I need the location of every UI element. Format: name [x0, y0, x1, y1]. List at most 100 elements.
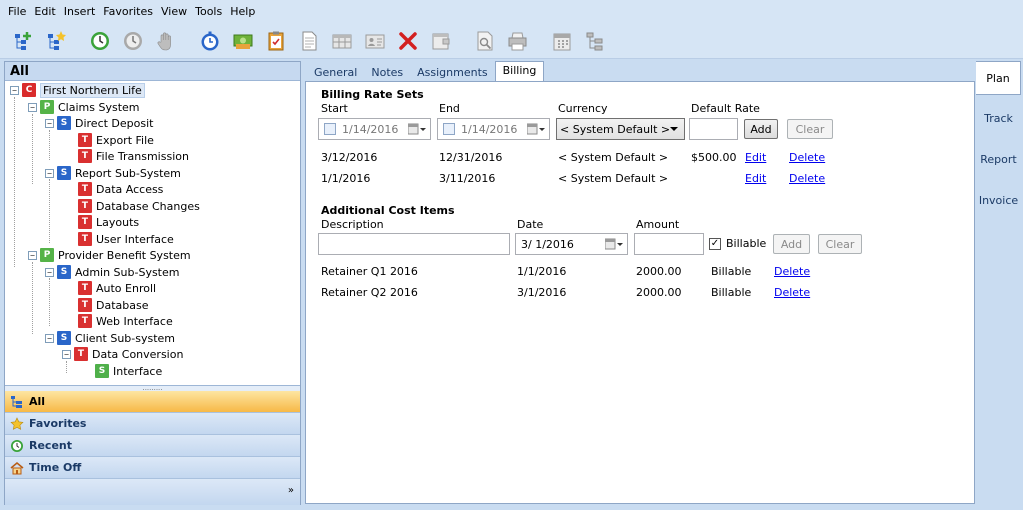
tree-node-client-sub-system[interactable]: − S Client Sub-system	[45, 330, 175, 346]
currency-select[interactable]: < System Default >	[556, 118, 685, 140]
tree-node-claims-system[interactable]: − P Claims System	[28, 99, 140, 115]
calendar-dropdown-icon[interactable]	[408, 123, 426, 135]
add-rate-button[interactable]: Add	[744, 119, 778, 139]
start-date-picker[interactable]: 1/14/2016	[318, 118, 431, 140]
add-cost-button[interactable]: Add	[773, 234, 810, 254]
side-tab-invoice[interactable]: Invoice	[976, 184, 1021, 218]
calendar-button[interactable]	[547, 26, 577, 56]
subsystem-icon: S	[57, 265, 71, 279]
tree-node-auto-enroll[interactable]: T Auto Enroll	[78, 280, 156, 296]
table-icon	[332, 34, 352, 48]
tab-assignments[interactable]: Assignments	[410, 64, 495, 81]
collapse-toggle[interactable]: −	[45, 168, 54, 178]
end-date-checkbox[interactable]	[443, 123, 455, 135]
hand-button[interactable]	[151, 26, 181, 56]
rate-row-1-start: 3/12/2016	[321, 151, 378, 164]
menu-tools[interactable]: Tools	[191, 5, 226, 18]
delete-button[interactable]	[393, 26, 423, 56]
client-icon: C	[22, 83, 36, 97]
tree-node-layouts[interactable]: T Layouts	[78, 214, 139, 230]
nav-favorites[interactable]: Favorites	[5, 413, 300, 435]
tree-node-user-interface[interactable]: T User Interface	[78, 231, 174, 247]
add-child-button[interactable]	[41, 26, 71, 56]
end-date-picker[interactable]: 1/14/2016	[437, 118, 550, 140]
default-rate-input[interactable]	[689, 118, 738, 140]
tree-node-admin-sub-system[interactable]: − S Admin Sub-System	[45, 264, 179, 280]
document-icon	[302, 31, 317, 50]
calendar-dropdown-icon[interactable]	[527, 123, 545, 135]
stop-timer-button[interactable]	[118, 26, 148, 56]
add-node-button[interactable]	[8, 26, 38, 56]
billable-checkbox[interactable]: ✓ Billable	[709, 237, 766, 250]
tree-node-database[interactable]: T Database	[78, 297, 149, 313]
menu-insert[interactable]: Insert	[60, 5, 100, 18]
cost-row-1-amount: 2000.00	[636, 265, 682, 278]
calendar-dropdown-icon[interactable]	[605, 238, 623, 250]
tree-node-database-changes[interactable]: T Database Changes	[78, 198, 200, 214]
task-icon: T	[78, 314, 92, 328]
timesheet-button[interactable]	[195, 26, 225, 56]
description-input[interactable]	[318, 233, 510, 255]
start-date-checkbox[interactable]	[324, 123, 336, 135]
side-tab-report[interactable]: Report	[976, 143, 1021, 177]
contact-card-button[interactable]	[360, 26, 390, 56]
collapse-toggle[interactable]: −	[10, 85, 19, 95]
cost-date-picker[interactable]: 3/ 1/2016	[515, 233, 628, 255]
rate-row-2-delete-link[interactable]: Delete	[789, 172, 825, 185]
tasks-button[interactable]	[261, 26, 291, 56]
tree-node-first-northern-life[interactable]: − C First Northern Life	[10, 82, 145, 98]
amount-input[interactable]	[634, 233, 704, 255]
rate-row-2-edit-link[interactable]: Edit	[745, 172, 766, 185]
description-column-label: Description	[321, 218, 384, 231]
menu-favorites[interactable]: Favorites	[99, 5, 157, 18]
tree-node-file-transmission[interactable]: T File Transmission	[78, 148, 189, 164]
tree-node-report-sub-system[interactable]: − S Report Sub-System	[45, 165, 181, 181]
document-button[interactable]	[294, 26, 324, 56]
tree-node-data-access[interactable]: T Data Access	[78, 181, 163, 197]
clear-rate-button[interactable]: Clear	[787, 119, 833, 139]
checkmark-icon[interactable]: ✓	[709, 237, 721, 250]
rate-row-1-delete-link[interactable]: Delete	[789, 151, 825, 164]
cost-row-1-delete-link[interactable]: Delete	[774, 265, 810, 278]
hierarchy-button[interactable]	[580, 26, 610, 56]
start-timer-button[interactable]	[85, 26, 115, 56]
collapse-toggle[interactable]: −	[45, 333, 54, 343]
menu-file[interactable]: File	[4, 5, 30, 18]
tab-notes[interactable]: Notes	[364, 64, 410, 81]
tab-billing[interactable]: Billing	[494, 61, 545, 81]
tree-node-export-file[interactable]: T Export File	[78, 132, 154, 148]
collapse-toggle[interactable]: −	[45, 267, 54, 277]
grid-view-button[interactable]	[327, 26, 357, 56]
tree-node-interface[interactable]: S Interface	[95, 363, 162, 379]
properties-button[interactable]	[426, 26, 456, 56]
menu-view[interactable]: View	[157, 5, 191, 18]
house-icon	[9, 460, 25, 476]
collapse-toggle[interactable]: −	[28, 102, 37, 112]
expenses-button[interactable]	[228, 26, 258, 56]
collapse-toggle[interactable]: −	[62, 349, 71, 359]
menu-edit[interactable]: Edit	[30, 5, 59, 18]
menu-help[interactable]: Help	[226, 5, 259, 18]
tree-node-provider-benefit-system[interactable]: − P Provider Benefit System	[28, 247, 191, 263]
collapse-toggle[interactable]: −	[28, 250, 37, 260]
rate-row-1-edit-link[interactable]: Edit	[745, 151, 766, 164]
tab-general[interactable]: General	[307, 64, 364, 81]
side-tab-track[interactable]: Track	[976, 102, 1021, 136]
side-tab-plan[interactable]: Plan	[976, 61, 1021, 95]
clear-cost-button[interactable]: Clear	[818, 234, 862, 254]
navigation-pane: All Favorites Recent Time Off »	[5, 391, 300, 505]
collapse-toggle[interactable]: −	[45, 118, 54, 128]
chevron-down-icon[interactable]: »	[288, 485, 294, 496]
tree-node-data-conversion[interactable]: − T Data Conversion	[62, 346, 183, 362]
tree-node-direct-deposit[interactable]: − S Direct Deposit	[45, 115, 153, 131]
billable-label: Billable	[726, 237, 767, 250]
nav-time-off[interactable]: Time Off	[5, 457, 300, 479]
print-preview-button[interactable]	[470, 26, 500, 56]
tree-node-web-interface[interactable]: T Web Interface	[78, 313, 173, 329]
print-button[interactable]	[503, 26, 533, 56]
recent-clock-icon	[9, 438, 25, 454]
nav-all[interactable]: All	[5, 391, 300, 413]
tree-node-label: Provider Benefit System	[58, 248, 191, 262]
nav-recent[interactable]: Recent	[5, 435, 300, 457]
cost-row-2-delete-link[interactable]: Delete	[774, 286, 810, 299]
